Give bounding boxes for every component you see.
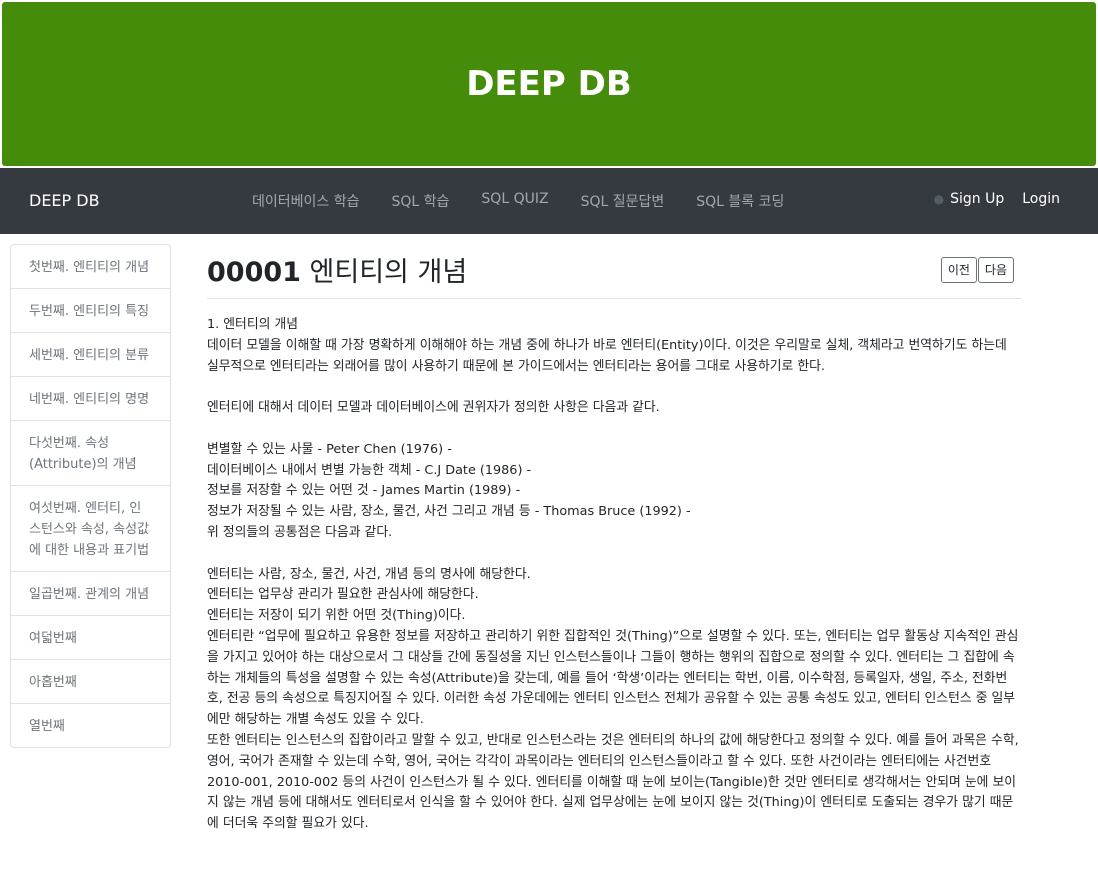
title-row: 00001 엔티티의 개념 이전 다음 [207,244,1021,299]
nav-link-sql-quiz[interactable]: SQL QUIZ [465,191,564,211]
navbar-brand[interactable]: DEEP DB [29,191,100,210]
sidebar-item-1[interactable]: 첫번째. 엔티티의 개념 [11,245,170,289]
article-line: 정보가 저장될 수 있는 사람, 장소, 물건, 사건 그리고 개념 등 - T… [207,504,691,520]
article-line: 데이터베이스 내에서 변별 가능한 객체 - C.J Date (1986) - [207,462,532,478]
site-title: DEEP DB [466,64,632,104]
pager-buttons: 이전 다음 [940,257,1014,283]
article-paragraph: 데이터 모델을 이해할 때 가장 명확하게 이해해야 하는 개념 중에 하나가 … [207,337,1007,374]
article-line: 위 정의들의 공통점은 다음과 같다. [207,524,393,540]
nav-link-sql-qna[interactable]: SQL 질문답변 [565,191,681,211]
main-content: 00001 엔티티의 개념 이전 다음 1. 엔터티의 개념 데이터 모델을 이… [207,244,1021,835]
article-paragraph: 엔터티란 “업무에 필요하고 유용한 정보를 저장하고 관리하기 위한 집합적인… [207,628,1019,728]
sidebar-item-9[interactable]: 아홉번째 [11,660,170,704]
sidebar-item-2[interactable]: 두번째. 엔티티의 특징 [11,289,170,333]
signup-link[interactable]: Sign Up [950,191,1004,207]
user-icon: ● [933,192,945,206]
page-title-number: 00001 [207,257,301,288]
article-line: 엔터티에 대해서 데이터 모델과 데이터베이스에 권위자가 정의한 사항은 다음… [207,400,660,416]
nav-links: 데이터베이스 학습 SQL 학습 SQL QUIZ SQL 질문답변 SQL 블… [236,191,800,211]
page-title: 00001 엔티티의 개념 [207,250,467,289]
sidebar-item-10[interactable]: 열번째 [11,704,170,747]
page-title-text: 엔티티의 개념 [309,257,468,288]
nav-auth: ● Sign Up Login [934,191,1060,207]
nav-link-sql-block-coding[interactable]: SQL 블록 코딩 [680,191,800,211]
sidebar-item-7[interactable]: 일곱번째. 관계의 개념 [11,572,170,616]
sidebar-item-4[interactable]: 네번째. 엔티티의 명명 [11,377,170,421]
login-link[interactable]: Login [1022,191,1060,207]
header-banner: DEEP DB [2,2,1096,166]
article-line: 엔터티는 저장이 되기 위한 어떤 것(Thing)이다. [207,608,466,624]
article-paragraph: 또한 엔터티는 인스턴스의 집합이라고 말할 수 있고, 반대로 인스턴스라는 … [207,732,1019,832]
sidebar-item-6[interactable]: 여섯번째. 엔터티, 인스턴스와 속성, 속성값에 대한 내용과 표기법 [11,486,170,572]
article-line: 1. 엔터티의 개념 [207,317,298,332]
article-line: 엔터티는 업무상 관리가 필요한 관심사에 해당한다. [207,587,479,603]
sidebar-item-8[interactable]: 여덟번째 [11,616,170,660]
navbar: DEEP DB 데이터베이스 학습 SQL 학습 SQL QUIZ SQL 질문… [0,168,1098,234]
article-line: 정보를 저장할 수 있는 어떤 것 - James Martin (1989) … [207,483,521,499]
prev-button[interactable]: 이전 [940,257,977,283]
article-body: 1. 엔터티의 개념 데이터 모델을 이해할 때 가장 명확하게 이해해야 하는… [207,315,1021,835]
sidebar-item-5[interactable]: 다섯번째. 속성(Attribute)의 개념 [11,421,170,486]
next-button[interactable]: 다음 [977,257,1014,283]
sidebar-item-3[interactable]: 세번째. 엔티티의 분류 [11,333,170,377]
nav-link-db-study[interactable]: 데이터베이스 학습 [236,191,376,211]
nav-link-sql-study[interactable]: SQL 학습 [376,191,466,211]
article-line: 변별할 수 있는 사물 - Peter Chen (1976) - [207,441,452,457]
article-line: 엔터티는 사람, 장소, 물건, 사건, 개념 등의 명사에 해당한다. [207,566,531,582]
sidebar: 첫번째. 엔티티의 개념 두번째. 엔티티의 특징 세번째. 엔티티의 분류 네… [10,244,171,748]
